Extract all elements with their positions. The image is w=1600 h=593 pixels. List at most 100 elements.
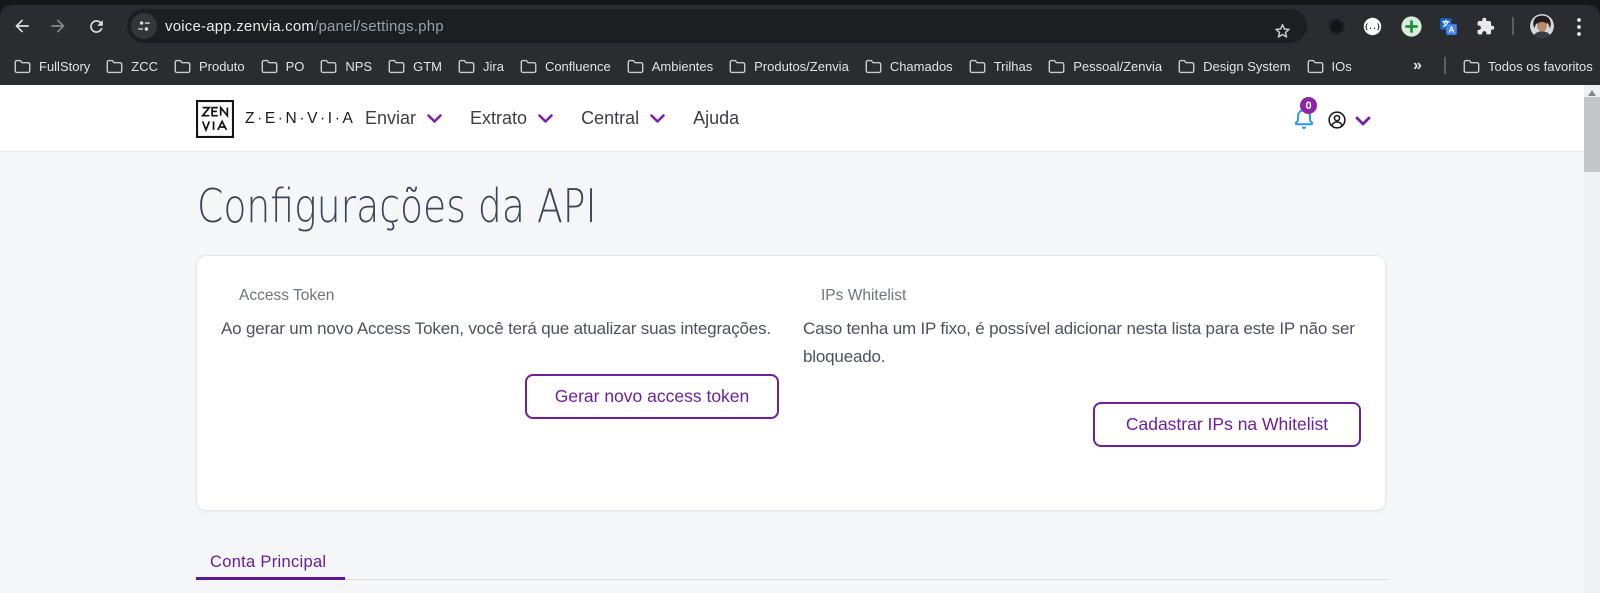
bookmark-folder-jira[interactable]: Jira (458, 59, 504, 74)
extension-translate-button[interactable]: A (1439, 17, 1458, 36)
folder-icon (627, 59, 644, 73)
all-bookmarks-button[interactable]: Todos os favoritos (1463, 47, 1593, 85)
url-text[interactable]: voice-app.zenvia.com/panel/settings.php (165, 18, 444, 35)
url-path: /panel/settings.php (314, 17, 444, 35)
nav-label: Enviar (365, 107, 417, 128)
active-tab-underline (196, 577, 345, 580)
chevron-down-icon (1355, 116, 1371, 126)
site-settings-button[interactable] (131, 13, 157, 39)
tabs-bar: Conta Principal (196, 545, 1389, 585)
three-dots-icon (1577, 17, 1581, 36)
scrollbar-up-arrow[interactable] (1588, 90, 1596, 96)
page-scrollbar[interactable] (1584, 85, 1600, 593)
notifications-button[interactable]: 0 (1292, 97, 1317, 131)
bookmark-folder-design-system[interactable]: Design System (1178, 59, 1291, 74)
nav-item-central[interactable]: Central (581, 108, 665, 129)
green-plus-icon (1401, 16, 1422, 37)
zenvia-wordmark[interactable]: Z·E·N·V·I·A (245, 110, 355, 128)
bookmark-folder-confluence[interactable]: Confluence (520, 59, 611, 74)
puzzle-icon (1477, 17, 1495, 35)
generate-token-button[interactable]: Gerar novo access token (525, 374, 779, 419)
bookmark-label: IOs (1331, 58, 1352, 74)
bookmark-folder-fullstory[interactable]: FullStory (14, 59, 90, 74)
browser-reload-button[interactable] (86, 16, 106, 36)
folder-icon (261, 59, 278, 73)
site-settings-icon (138, 21, 150, 31)
braces-icon: {..} (1363, 17, 1382, 36)
folder-icon (865, 59, 882, 73)
bookmark-label: Produto (199, 58, 245, 74)
register-ips-button[interactable]: Cadastrar IPs na Whitelist (1093, 402, 1361, 447)
bookmark-folder-produto[interactable]: Produto (174, 59, 245, 74)
bookmark-folder-trilhas[interactable]: Trilhas (969, 58, 1033, 74)
extension-adblock-button[interactable] (1401, 16, 1422, 37)
folder-icon (458, 59, 475, 73)
notifications-badge: 0 (1300, 97, 1317, 114)
folder-icon (106, 59, 123, 73)
nav-item-extrato[interactable]: Extrato (470, 108, 553, 129)
bookmark-folder-po[interactable]: PO (261, 58, 305, 74)
ips-whitelist-label: IPs Whitelist (821, 287, 907, 304)
bookmark-label: Pessoal/Zenvia (1073, 58, 1163, 74)
browser-toolbar: voice-app.zenvia.com/panel/settings.php (0, 5, 1600, 85)
bookmark-folder-zcc[interactable]: ZCC (106, 59, 158, 74)
bookmark-star-button[interactable] (1271, 20, 1293, 42)
address-bar[interactable]: voice-app.zenvia.com/panel/settings.php (127, 9, 1307, 43)
bookmark-label: ZCC (131, 58, 159, 74)
browser-forward-button[interactable] (48, 16, 68, 36)
nav-item-enviar[interactable]: Enviar (365, 108, 442, 129)
bookmark-label: NPS (345, 58, 373, 74)
access-token-description: Ao gerar um novo Access Token, você terá… (221, 319, 771, 338)
account-menu-button[interactable] (1355, 116, 1371, 126)
bookmark-label: Ambientes (651, 58, 714, 74)
bookmark-label: GTM (413, 58, 442, 74)
bookmark-label: PO (285, 58, 305, 74)
scrollbar-thumb[interactable] (1584, 97, 1600, 172)
tab-conta-principal[interactable]: Conta Principal (196, 545, 340, 572)
bookmarks-divider (1444, 57, 1446, 74)
bookmark-folder-ios[interactable]: IOs (1307, 59, 1352, 74)
folder-icon (1048, 59, 1065, 73)
tabs-divider-line (196, 578, 1389, 580)
chevron-down-icon (427, 113, 442, 123)
sunburst-icon (1328, 18, 1345, 35)
folder-icon (729, 59, 746, 73)
bookmark-label: Confluence (544, 58, 611, 74)
folder-icon (320, 59, 337, 73)
nav-item-ajuda[interactable]: Ajuda (693, 108, 739, 129)
folder-icon (1178, 59, 1195, 73)
folder-icon (388, 59, 405, 73)
bookmark-label: Trilhas (993, 58, 1033, 74)
bookmark-label: FullStory (39, 58, 91, 74)
profile-avatar[interactable] (1530, 14, 1554, 38)
ips-whitelist-section: IPs Whitelist Caso tenha um IP fixo, é p… (803, 287, 1361, 510)
main-nav: Enviar Extrato Central Ajuda (365, 85, 739, 151)
access-token-section: Access Token Ao gerar um novo Access Tok… (221, 287, 779, 510)
folder-icon (1463, 59, 1480, 73)
browser-back-button[interactable] (12, 16, 32, 36)
bookmark-folder-gtm[interactable]: GTM (388, 59, 442, 74)
bookmark-folder-produtos-zenvia[interactable]: Produtos/Zenvia (729, 59, 849, 74)
all-bookmarks-label: Todos os favoritos (1488, 58, 1593, 74)
bookmark-folder-pessoal-zenvia[interactable]: Pessoal/Zenvia (1048, 59, 1162, 74)
browser-menu-button[interactable] (1574, 17, 1584, 36)
api-settings-card: Access Token Ao gerar um novo Access Tok… (196, 255, 1386, 511)
bookmark-folder-nps[interactable]: NPS (320, 59, 372, 74)
bookmarks-overflow-button[interactable]: » (1413, 47, 1422, 85)
toolbar-divider (1512, 17, 1514, 35)
nav-label: Central (581, 107, 640, 128)
bookmark-label: Produtos/Zenvia (754, 58, 849, 74)
extensions-menu-button[interactable] (1476, 17, 1495, 36)
bookmark-folder-chamados[interactable]: Chamados (865, 59, 953, 74)
account-button[interactable] (1328, 111, 1346, 129)
extension-json-viewer-button[interactable]: {..} (1363, 17, 1382, 36)
zenvia-logo[interactable] (196, 100, 234, 138)
site-header: Z·E·N·V·I·A Enviar Extrato Central Ajuda… (0, 85, 1600, 152)
zenvia-logo-icon (196, 100, 234, 138)
browser-chrome: voice-app.zenvia.com/panel/settings.php (0, 0, 1600, 85)
bookmark-folder-ambientes[interactable]: Ambientes (627, 59, 713, 74)
forward-arrow-icon (51, 19, 65, 33)
folder-icon (174, 59, 191, 73)
back-arrow-icon (15, 19, 29, 33)
extension-darkmode-button[interactable] (1327, 17, 1346, 36)
